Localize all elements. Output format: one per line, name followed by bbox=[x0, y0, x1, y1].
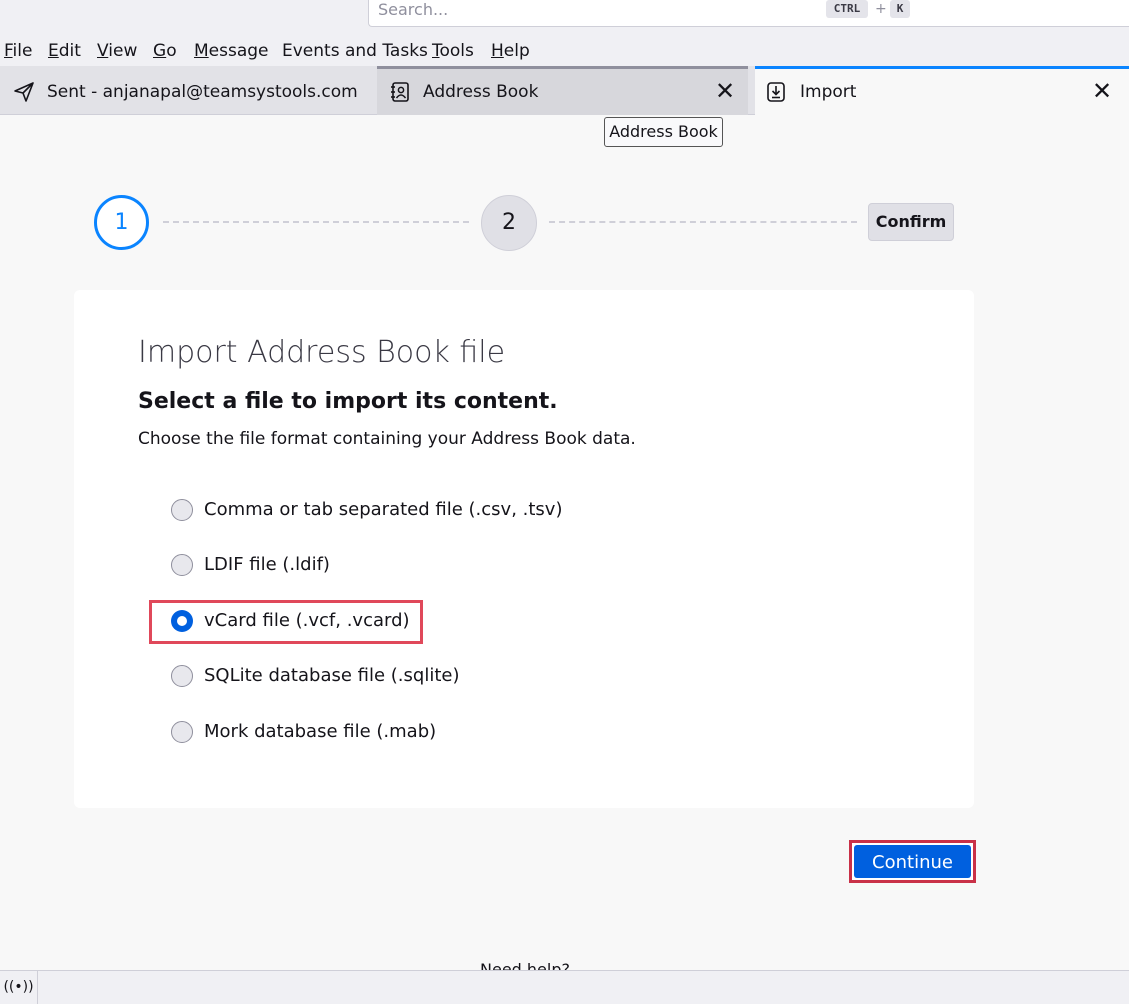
tab-import[interactable]: Import ✕ bbox=[755, 66, 1129, 116]
menu-tools[interactable]: Tools bbox=[432, 40, 474, 62]
page-title: Import Address Book file bbox=[138, 335, 506, 370]
top-strip: Search... CTRL + K bbox=[0, 0, 1129, 36]
confirm-step: Confirm bbox=[868, 203, 954, 241]
import-card: Import Address Book file Select a file t… bbox=[74, 290, 974, 808]
tab-address-book[interactable]: Address Book ✕ bbox=[377, 66, 748, 115]
step-1-indicator: 1 bbox=[94, 195, 149, 250]
continue-button[interactable]: Continue bbox=[849, 840, 976, 883]
radio-button[interactable] bbox=[171, 665, 193, 687]
broadcast-icon[interactable]: ((•)) bbox=[0, 971, 38, 1004]
shortcut-key-ctrl: CTRL bbox=[826, 0, 868, 18]
menu-bar: File Edit View Go Message Events and Tas… bbox=[0, 36, 1129, 66]
card-subtitle: Select a file to import its content. bbox=[138, 389, 558, 414]
radio-button[interactable] bbox=[171, 554, 193, 576]
menu-help[interactable]: Help bbox=[491, 40, 530, 62]
import-icon bbox=[767, 82, 785, 102]
tab-sent[interactable]: Sent - anjanapal@teamsystools.com bbox=[0, 66, 372, 115]
card-description: Choose the file format containing your A… bbox=[138, 429, 636, 449]
send-icon bbox=[14, 82, 34, 102]
menu-file[interactable]: File bbox=[4, 40, 32, 62]
option-label: Mork database file (.mab) bbox=[204, 721, 437, 742]
menu-edit[interactable]: Edit bbox=[48, 40, 81, 62]
highlight-box bbox=[149, 600, 423, 644]
tab-strip: Sent - anjanapal@teamsystools.com Addres… bbox=[0, 66, 1129, 116]
option-label: SQLite database file (.sqlite) bbox=[204, 665, 460, 686]
menu-events-and-tasks[interactable]: Events and Tasks bbox=[282, 40, 428, 62]
step-connector bbox=[549, 221, 857, 223]
step-2-indicator: 2 bbox=[481, 195, 537, 251]
continue-button-label: Continue bbox=[854, 845, 971, 878]
menu-view[interactable]: View bbox=[97, 40, 137, 62]
radio-button[interactable] bbox=[171, 499, 193, 521]
close-icon[interactable]: ✕ bbox=[1091, 79, 1113, 103]
option-label: LDIF file (.ldif) bbox=[204, 554, 330, 575]
tab-sent-label: Sent - anjanapal@teamsystools.com bbox=[47, 82, 358, 102]
search-input[interactable]: Search... CTRL + K bbox=[368, 0, 1129, 27]
need-help-link[interactable]: Need help? bbox=[480, 961, 570, 970]
step-connector bbox=[163, 221, 469, 223]
tooltip: Address Book bbox=[604, 117, 723, 147]
search-placeholder: Search... bbox=[378, 0, 449, 19]
close-icon[interactable]: ✕ bbox=[714, 79, 736, 103]
shortcut-key-k: K bbox=[890, 0, 910, 18]
tab-address-book-label: Address Book bbox=[423, 82, 539, 102]
radio-button[interactable] bbox=[171, 721, 193, 743]
shortcut-plus: + bbox=[875, 1, 887, 17]
menu-go[interactable]: Go bbox=[153, 40, 177, 62]
tab-import-label: Import bbox=[800, 82, 857, 102]
address-book-icon bbox=[391, 82, 409, 102]
option-label: Comma or tab separated file (.csv, .tsv) bbox=[204, 499, 563, 520]
status-bar: ((•)) bbox=[0, 970, 1129, 1004]
menu-message[interactable]: Message bbox=[194, 40, 269, 62]
